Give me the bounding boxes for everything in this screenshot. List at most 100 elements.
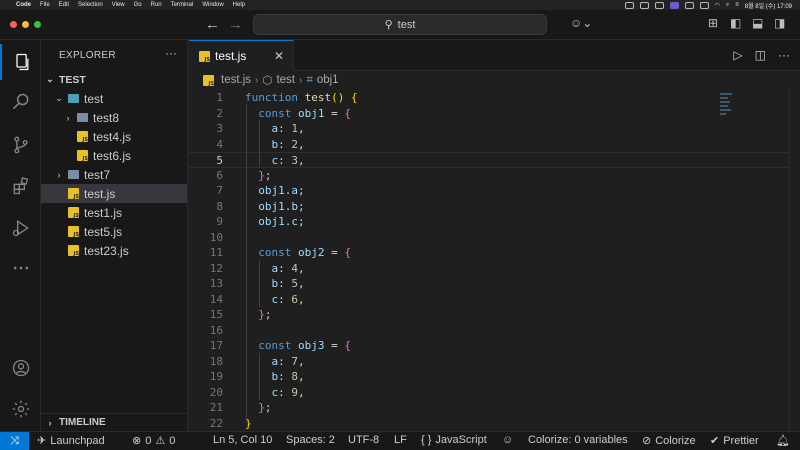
tree-item[interactable]: test1.js [41,203,187,222]
tree-item[interactable]: test4.js [41,127,187,146]
toggle-sidebar-icon[interactable]: ◧ [730,16,741,30]
notifications-bell-icon[interactable]: 🔔︎ [776,434,790,447]
status-icon[interactable] [654,1,664,9]
code-line[interactable]: 12 a: 4, [189,261,789,277]
tree-item[interactable]: test23.js [41,241,187,260]
code-token: , [298,277,305,290]
tree-item[interactable]: › test8 [41,108,187,127]
code-line[interactable]: 14 c: 6, [189,292,789,308]
command-center-search[interactable]: ⚲ test [253,14,547,35]
menu-view[interactable]: View [112,2,125,8]
scrollbar[interactable] [789,89,800,431]
code-line[interactable]: 16 [189,323,789,339]
code-line[interactable]: 10 [189,230,789,246]
code-line[interactable]: 4 b: 2, [189,137,789,153]
status-icon[interactable] [699,1,709,9]
search-icon[interactable] [0,84,41,120]
source-control-icon[interactable] [0,127,41,163]
menu-app-name[interactable]: Code [16,2,31,8]
toggle-secondary-sidebar-icon[interactable]: ◨ [774,16,785,30]
maximize-window-button[interactable] [34,21,41,28]
minimap[interactable] [720,91,740,131]
code-line[interactable]: 11 const obj2 = { [189,245,789,261]
code-line[interactable]: 5 c: 3, [189,152,789,168]
menu-terminal[interactable]: Terminal [171,2,194,8]
breadcrumb-file[interactable]: test.js [221,74,251,86]
extensions-icon[interactable] [0,168,41,204]
close-icon[interactable]: ✕ [274,49,284,63]
code-line[interactable]: 20 c: 9, [189,385,789,401]
code-editor[interactable]: 1 function test() {2 const obj1 = {3 a: 1… [189,89,800,431]
run-debug-icon[interactable] [0,210,41,246]
tree-item[interactable]: ⌄ test [41,89,187,108]
code-line[interactable]: 3 a: 1, [189,121,789,137]
indent-guide [246,104,247,422]
colorize-item[interactable]: ⊘ Colorize [642,434,696,448]
forward-arrow-icon[interactable]: → [228,16,243,33]
control-center-icon[interactable]: ≡ [735,2,739,8]
code-line[interactable]: 15 }; [189,307,789,323]
status-icon[interactable] [624,1,634,9]
menu-file[interactable]: File [40,2,50,8]
code-line[interactable]: 6 }; [189,168,789,184]
indentation[interactable]: Spaces: 2 [286,434,335,446]
code-line[interactable]: 2 const obj1 = { [189,106,789,122]
settings-gear-icon[interactable] [0,391,41,427]
code-line[interactable]: 13 b: 5, [189,276,789,292]
launchpad-item[interactable]: ✈ Launchpad [37,434,105,448]
menu-go[interactable]: Go [134,2,142,8]
code-line[interactable]: 8 obj1.b; [189,199,789,215]
end-of-line[interactable]: LF [394,434,407,446]
more-icon[interactable] [0,250,41,286]
copilot-status-icon[interactable]: ☺ [502,434,513,446]
code-line[interactable]: 9 obj1.c; [189,214,789,230]
tree-item[interactable]: test5.js [41,222,187,241]
status-icon[interactable] [684,1,694,9]
problems-item[interactable]: ⊗ 0 ⚠ 0 [132,434,175,448]
remote-indicator-icon[interactable]: ⤨ [0,432,29,450]
code-line[interactable]: 19 b: 8, [189,369,789,385]
timeline-section[interactable]: › TIMELINE [41,413,187,431]
tab-test-js[interactable]: test.js ✕ [189,40,294,71]
menu-run[interactable]: Run [151,2,162,8]
status-icon[interactable] [669,1,679,9]
search-icon[interactable]: ⌕ [726,2,729,9]
customize-layout-icon[interactable]: ⊞ [708,16,718,30]
tree-item[interactable]: test6.js [41,146,187,165]
cursor-position[interactable]: Ln 5, Col 10 [213,434,272,446]
status-icon[interactable] [639,1,649,9]
line-number: 10 [209,230,223,244]
menu-help[interactable]: Help [233,2,245,8]
more-actions-icon[interactable]: ··· [165,46,177,60]
close-window-button[interactable] [10,21,17,28]
breadcrumb-function[interactable]: test [276,74,295,86]
colorize-variables[interactable]: Colorize: 0 variables [528,434,628,446]
workspace-root[interactable]: ⌄ TEST [41,70,187,89]
prettier-item[interactable]: ✔ Prettier [710,434,759,448]
language-mode[interactable]: { } JavaScript [421,434,487,446]
wifi-icon[interactable]: ◠ [715,2,720,9]
toggle-panel-icon[interactable]: ⬓ [752,16,763,30]
code-line[interactable]: 22} [189,416,789,432]
menu-selection[interactable]: Selection [78,2,103,8]
code-line[interactable]: 1 function test() { [189,90,789,106]
clock[interactable]: 8월 8일 (수) 17:09 [745,1,792,10]
explorer-icon[interactable] [0,44,41,80]
menu-edit[interactable]: Edit [59,2,69,8]
code-line[interactable]: 17 const obj3 = { [189,338,789,354]
encoding[interactable]: UTF-8 [348,434,379,446]
split-editor-icon[interactable]: ◫ [755,48,766,62]
minimize-window-button[interactable] [22,21,29,28]
tree-item[interactable]: test.js [41,184,187,203]
copilot-icon[interactable]: ☺⌄ [570,16,592,30]
more-icon[interactable]: ··· [778,48,790,62]
code-line[interactable]: 7 obj1.a; [189,183,789,199]
back-arrow-icon[interactable]: ← [205,16,220,33]
account-icon[interactable] [0,350,41,386]
tree-item[interactable]: › test7 [41,165,187,184]
code-line[interactable]: 21 }; [189,400,789,416]
breadcrumb-symbol[interactable]: obj1 [317,74,339,86]
run-icon[interactable]: ▷ [733,48,742,62]
menu-window[interactable]: Window [202,2,223,8]
code-line[interactable]: 18 a: 7, [189,354,789,370]
